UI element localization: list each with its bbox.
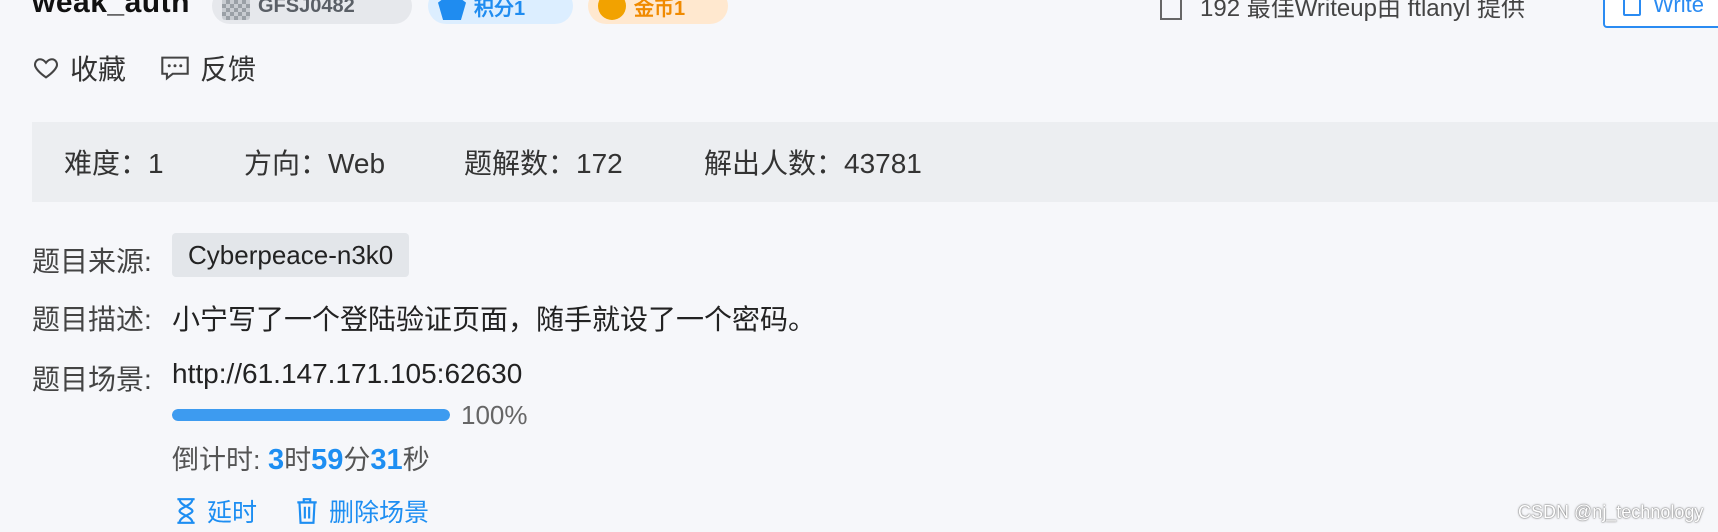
score-text: 积分1 [474,0,526,20]
watermark: CSDN @nj_technology [1518,502,1704,522]
description-label: 题目描述: [32,304,152,335]
challenge-id-badge: GFSJ0482 [212,0,412,24]
score-badge: 积分1 [428,0,573,24]
writeup-icon [1623,0,1641,16]
extend-button[interactable]: 延时 [175,493,257,529]
coin-text: 金币1 [634,0,686,20]
write-writeup-label: Write [1653,0,1704,17]
write-writeup-button[interactable]: Write [1603,0,1718,28]
countdown-timer: 倒计时: 3时59分31秒 [172,438,430,477]
countdown-prefix: 倒计时: [172,445,269,475]
seconds-unit: 秒 [402,445,430,475]
category: 方向：Web [244,148,386,179]
coin-badge: 金币1 [588,0,728,24]
extend-label: 延时 [207,499,258,527]
countdown-minutes: 59 [311,444,344,476]
hourglass-icon [177,498,195,524]
challenge-info-bar: 难度：1 方向：Web 题解数：172 解出人数：43781 [32,122,1718,202]
coin-icon [598,0,626,20]
scene-url-link[interactable]: http://61.147.171.105:62630 [172,358,522,390]
minutes-unit: 分 [343,445,371,475]
feedback-button[interactable]: 反馈 [160,48,256,88]
progress-percent: 100% [461,400,528,430]
scene-progress-bar [172,409,450,421]
comment-icon [161,56,189,81]
avatar-icon [222,0,250,20]
writeup-stats: 192 最佳Writeup由 ftlanyl 提供 [1160,0,1525,23]
heart-icon [33,58,59,79]
challenge-title: weak_auth [32,0,190,19]
favorite-label: 收藏 [70,54,127,85]
scene-progress-fill [172,409,450,421]
description-text: 小宁写了一个登陆验证页面，随手就设了一个密码。 [172,304,817,335]
action-bar: 收藏 反馈 [32,48,256,88]
source-tag[interactable]: Cyberpeace-n3k0 [172,233,410,277]
book-icon [1160,0,1182,20]
countdown-seconds: 31 [370,444,403,476]
challenge-id-text: GFSJ0482 [258,0,355,17]
delete-scene-button[interactable]: 删除场景 [295,493,429,529]
scene-label: 题目场景: [32,364,152,395]
writeup-stats-text: 192 最佳Writeup由 ftlanyl 提供 [1200,0,1525,22]
hours-unit: 时 [284,445,312,475]
solver-count: 解出人数：43781 [704,148,922,179]
countdown-hours: 3 [268,444,285,476]
delete-scene-label: 删除场景 [329,499,430,527]
favorite-button[interactable]: 收藏 [32,48,126,88]
source-label: 题目来源: [32,246,152,277]
feedback-label: 反馈 [200,54,257,85]
difficulty: 难度：1 [64,148,164,179]
trash-icon [297,498,317,524]
shield-icon [438,0,466,20]
solution-count: 题解数：172 [464,148,623,179]
